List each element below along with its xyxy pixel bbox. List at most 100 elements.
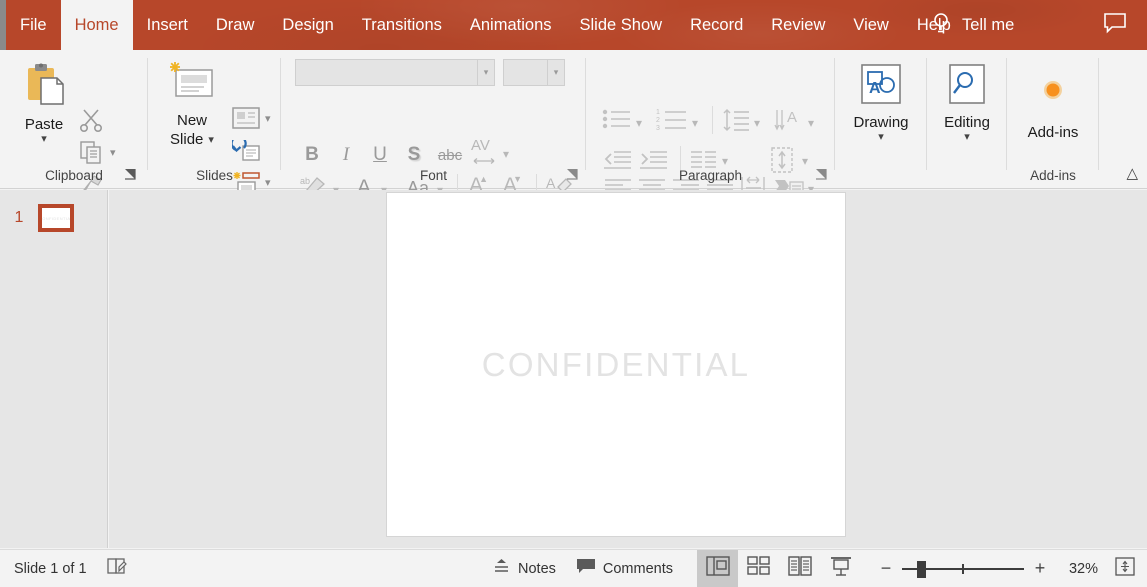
reading-view-icon <box>788 556 812 581</box>
cut-button[interactable] <box>78 107 104 138</box>
ribbon-tab-home[interactable]: Home <box>61 0 133 50</box>
font-dialog-launcher[interactable] <box>566 168 580 182</box>
new-slide-button[interactable]: New Slide ▾ <box>152 60 232 149</box>
chevron-down-icon[interactable]: ▾ <box>964 132 970 142</box>
inline-separator <box>712 106 713 134</box>
tell-me-control[interactable]: Tell me <box>930 0 1014 50</box>
editing-button[interactable]: Editing ▾ <box>929 62 1005 142</box>
zoom-out-button[interactable]: − <box>879 558 893 579</box>
paste-button[interactable]: Paste ▾ <box>6 60 82 144</box>
ribbon-group-drawing: A Drawing ▾ <box>835 50 927 189</box>
numbering-button[interactable]: 1 2 3 <box>656 108 688 137</box>
slide-watermark-text: CONFIDENTIAL <box>482 346 750 384</box>
comments-status-button[interactable]: Comments <box>566 550 683 587</box>
drawing-shapes-icon: A <box>857 62 905 113</box>
slide-layout-button[interactable] <box>232 107 260 134</box>
ribbon-tab-insert[interactable]: Insert <box>133 0 202 50</box>
thumbnail-number: 1 <box>0 209 38 227</box>
text-shadow-button[interactable]: S <box>402 142 426 168</box>
bullets-button[interactable] <box>602 108 632 137</box>
addins-button[interactable]: Add-ins <box>1015 66 1091 142</box>
powerpoint-window: FileHomeInsertDrawDesignTransitionsAnima… <box>0 0 1147 587</box>
view-reading-button[interactable] <box>779 550 820 587</box>
chevron-down-icon[interactable]: ▾ <box>41 134 47 144</box>
zoom-in-button[interactable]: + <box>1033 558 1047 579</box>
strikethrough-button[interactable]: abc <box>433 144 467 166</box>
notes-icon <box>492 558 511 579</box>
font-name-combo[interactable]: ▾ <box>295 59 495 86</box>
reset-slide-button[interactable] <box>232 140 260 169</box>
status-bar: Slide 1 of 1 Notes <box>0 549 1147 587</box>
svg-text:1: 1 <box>656 109 660 116</box>
font-size-combo[interactable]: ▾ <box>503 59 565 86</box>
ribbon-tabs: FileHomeInsertDrawDesignTransitionsAnima… <box>6 0 965 50</box>
thumbnail-preview[interactable]: CONFIDENTIAL <box>38 204 74 232</box>
ribbon-tab-slide-show[interactable]: Slide Show <box>566 0 677 50</box>
comment-bubble-icon <box>1103 12 1127 39</box>
numbering-chevron-down-icon[interactable]: ▾ <box>692 116 698 130</box>
paste-label: Paste <box>25 115 63 134</box>
copy-dropdown-chevron-down-icon[interactable]: ▾ <box>110 146 116 159</box>
clipboard-dialog-launcher[interactable] <box>124 168 138 182</box>
comment-bubble-icon <box>576 558 596 579</box>
ribbon-tab-draw[interactable]: Draw <box>202 0 269 50</box>
line-spacing-chevron-down-icon[interactable]: ▾ <box>754 116 760 130</box>
character-spacing-label: AV <box>471 138 497 153</box>
zoom-control: − + 32% <box>879 550 1147 587</box>
proofing-check-icon <box>107 557 128 580</box>
slide-sorter-icon <box>747 556 771 581</box>
character-spacing-button[interactable]: AV <box>471 138 497 171</box>
align-text-chevron-down-icon[interactable]: ▾ <box>802 154 808 168</box>
character-spacing-chevron-down-icon[interactable]: ▾ <box>503 147 509 161</box>
layout-chevron-down-icon[interactable]: ▾ <box>265 112 271 125</box>
bullets-chevron-down-icon[interactable]: ▾ <box>636 116 642 130</box>
columns-chevron-down-icon[interactable]: ▾ <box>722 154 728 168</box>
slides-group-label: Slides <box>148 168 281 183</box>
window-left-edge <box>0 0 6 50</box>
view-slide-show-button[interactable] <box>820 550 861 587</box>
chevron-down-icon[interactable]: ▾ <box>477 60 494 85</box>
new-slide-label-line2: Slide <box>170 130 203 149</box>
zoom-slider-handle[interactable] <box>917 561 926 578</box>
ribbon-tab-design[interactable]: Design <box>268 0 347 50</box>
notes-button[interactable]: Notes <box>482 550 566 587</box>
bold-button[interactable]: B <box>300 142 324 168</box>
ribbon-group-paragraph: ▾ 1 2 3 ▾ <box>586 50 835 189</box>
zoom-slider[interactable] <box>902 559 1024 579</box>
addins-group-label: Add-ins <box>1007 168 1099 183</box>
italic-button[interactable]: I <box>334 142 358 168</box>
comments-button[interactable] <box>1092 0 1138 50</box>
new-slide-label-line1: New <box>177 111 207 130</box>
copy-button[interactable] <box>79 140 103 169</box>
slide-thumbnail-pane[interactable]: 1 CONFIDENTIAL <box>0 190 108 548</box>
ribbon-group-slides: New Slide ▾ ▾ <box>148 50 281 189</box>
ribbon-tab-review[interactable]: Review <box>757 0 839 50</box>
text-direction-button[interactable]: A <box>774 108 804 137</box>
text-direction-chevron-down-icon[interactable]: ▾ <box>808 116 814 130</box>
view-normal-button[interactable] <box>697 550 738 587</box>
ribbon-tab-file[interactable]: File <box>6 0 61 50</box>
slide-count-indicator[interactable]: Slide 1 of 1 <box>0 550 97 587</box>
drawing-button[interactable]: A Drawing ▾ <box>843 62 919 142</box>
ribbon-tab-transitions[interactable]: Transitions <box>348 0 456 50</box>
collapse-ribbon-chevron-icon[interactable]: △ <box>1126 164 1138 182</box>
ribbon-tab-record[interactable]: Record <box>676 0 757 50</box>
title-tab-bar: FileHomeInsertDrawDesignTransitionsAnima… <box>0 0 1147 50</box>
ribbon-tab-animations[interactable]: Animations <box>456 0 566 50</box>
chevron-down-icon[interactable]: ▾ <box>878 132 884 142</box>
ribbon-tab-view[interactable]: View <box>839 0 902 50</box>
svg-text:A: A <box>787 109 797 126</box>
paragraph-dialog-launcher[interactable] <box>815 168 829 182</box>
slide-canvas[interactable]: CONFIDENTIAL <box>386 192 846 537</box>
fit-to-window-button[interactable] <box>1107 557 1147 581</box>
underline-button[interactable]: U <box>368 142 392 168</box>
proofing-status-button[interactable] <box>97 550 138 587</box>
magnifier-search-icon <box>943 62 991 113</box>
chevron-down-icon[interactable]: ▾ <box>208 135 214 145</box>
view-slide-sorter-button[interactable] <box>738 550 779 587</box>
thumbnail-item-1[interactable]: 1 CONFIDENTIAL <box>0 204 108 232</box>
line-spacing-button[interactable] <box>722 108 750 137</box>
zoom-percentage-label[interactable]: 32% <box>1056 561 1098 577</box>
chevron-down-icon[interactable]: ▾ <box>547 60 564 85</box>
drawing-label: Drawing <box>853 113 908 132</box>
